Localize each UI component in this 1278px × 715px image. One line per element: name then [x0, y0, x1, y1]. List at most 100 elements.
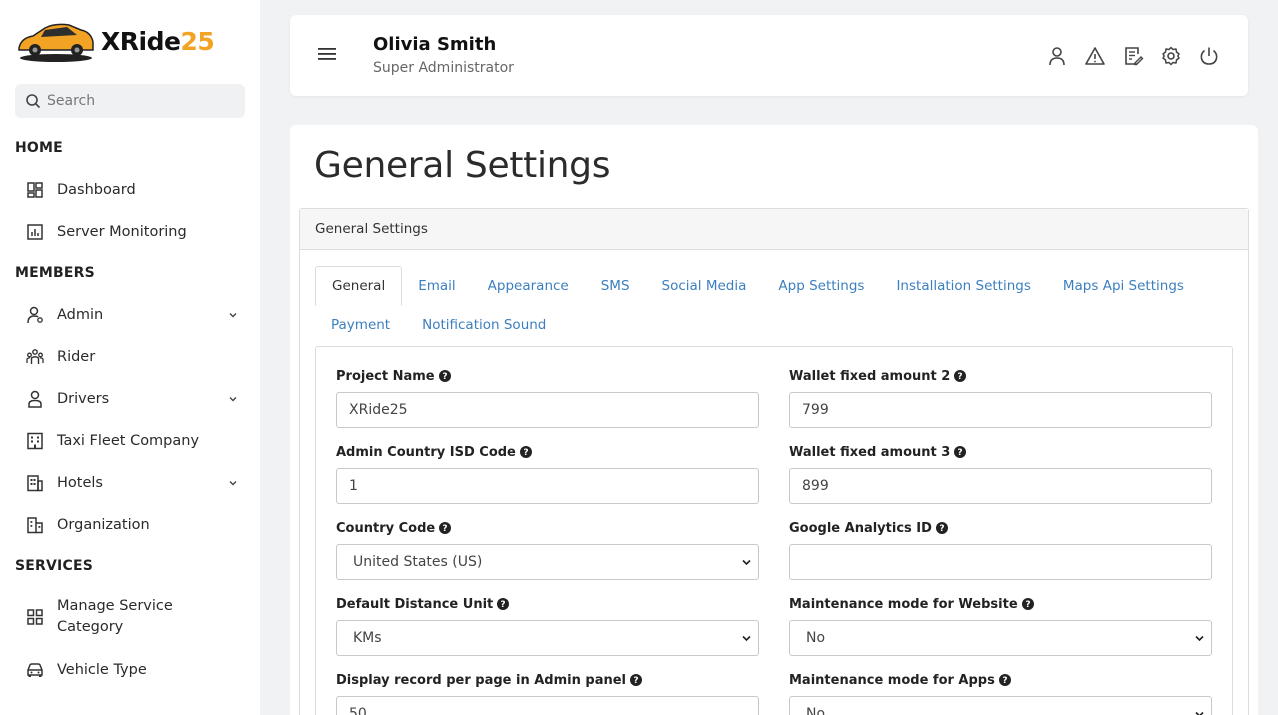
svg-text:?: ? — [633, 676, 638, 686]
user-role: Super Administrator — [373, 60, 514, 76]
edit-note-icon[interactable] — [1122, 45, 1144, 67]
help-icon[interactable]: ? — [439, 522, 452, 534]
search-box[interactable] — [15, 84, 245, 118]
sidebar-item-drivers[interactable]: Drivers — [25, 389, 245, 409]
sidebar-item-label: Admin — [57, 307, 104, 323]
help-icon[interactable]: ? — [998, 674, 1011, 686]
default-distance-unit-select[interactable]: KMs — [336, 620, 759, 656]
help-icon[interactable]: ? — [954, 370, 967, 382]
chevron-down-icon — [1195, 711, 1204, 715]
sidebar-item-manage-service-category[interactable]: Manage Service Category — [25, 596, 245, 638]
tab-social-media[interactable]: Social Media — [646, 266, 763, 306]
svg-text:?: ? — [443, 524, 448, 534]
field-project-name: Project Name? XRide25 — [336, 367, 759, 428]
maintenance-mode-apps-select[interactable]: No — [789, 696, 1212, 715]
sidebar-item-admin[interactable]: Admin — [25, 305, 245, 325]
svg-text:?: ? — [442, 372, 447, 382]
help-icon[interactable]: ? — [935, 522, 948, 534]
project-name-input[interactable]: XRide25 — [336, 392, 759, 428]
tab-sms[interactable]: SMS — [585, 266, 646, 306]
field-default-distance-unit: Default Distance Unit? KMs — [336, 595, 759, 656]
chevron-down-icon[interactable] — [227, 309, 239, 321]
field-label: Admin Country ISD Code — [336, 444, 516, 460]
admin-country-isd-code-input[interactable]: 1 — [336, 468, 759, 504]
svg-text:?: ? — [1025, 600, 1030, 610]
settings-icon[interactable] — [1160, 45, 1182, 67]
tab-payment[interactable]: Payment — [315, 305, 406, 345]
field-display-record-per-page: Display record per page in Admin panel? … — [336, 671, 759, 715]
help-icon[interactable]: ? — [1021, 598, 1034, 610]
country-code-select[interactable]: United States (US) — [336, 544, 759, 580]
google-analytics-id-input[interactable] — [789, 544, 1212, 580]
section-home: HOME — [15, 140, 63, 156]
display-record-per-page-input[interactable]: 50 — [336, 696, 759, 715]
menu-icon[interactable] — [318, 47, 336, 61]
help-icon[interactable]: ? — [954, 446, 967, 458]
general-settings-form: Project Name? XRide25 Wallet fixed amoun… — [315, 346, 1233, 715]
help-icon[interactable]: ? — [438, 370, 451, 382]
tab-email[interactable]: Email — [402, 266, 471, 306]
tab-maps-api-settings[interactable]: Maps Api Settings — [1047, 266, 1200, 306]
sidebar-item-vehicle-type[interactable]: Vehicle Type — [25, 660, 245, 680]
field-admin-country-isd-code: Admin Country ISD Code? 1 — [336, 443, 759, 504]
field-label: Wallet fixed amount 2 — [789, 368, 951, 384]
svg-text:?: ? — [523, 448, 528, 458]
hotel-icon — [27, 475, 43, 492]
profile-icon[interactable] — [1046, 45, 1068, 67]
driver-icon — [28, 390, 42, 408]
page-title: General Settings — [314, 145, 611, 186]
sidebar-item-organization[interactable]: Organization — [25, 515, 245, 535]
sidebar-item-label: Manage Service Category — [57, 598, 173, 635]
field-label: Maintenance mode for Website — [789, 596, 1018, 612]
field-label: Project Name — [336, 368, 435, 384]
tab-appearance[interactable]: Appearance — [472, 266, 585, 306]
settings-card: General Settings General Email Appearanc… — [299, 208, 1249, 715]
tab-notification-sound[interactable]: Notification Sound — [406, 305, 562, 345]
maintenance-mode-website-select[interactable]: No — [789, 620, 1212, 656]
building-icon — [27, 432, 43, 450]
chevron-down-icon — [1195, 635, 1204, 642]
logo-prefix: XRide — [101, 26, 181, 56]
svg-text:?: ? — [501, 600, 506, 610]
tab-app-settings[interactable]: App Settings — [762, 266, 880, 306]
svg-text:?: ? — [939, 524, 944, 534]
dashboard-icon — [27, 182, 43, 198]
field-maintenance-mode-apps: Maintenance mode for Apps? No — [789, 671, 1212, 715]
tab-general[interactable]: General — [315, 266, 403, 306]
help-icon[interactable]: ? — [519, 446, 532, 458]
field-label: Wallet fixed amount 3 — [789, 444, 951, 460]
alert-icon[interactable] — [1084, 45, 1106, 67]
sidebar-item-server-monitoring[interactable]: Server Monitoring — [25, 222, 245, 242]
sidebar: XRide25 HOME Dashboard Server Monitoring… — [0, 0, 260, 715]
car-icon — [27, 663, 43, 677]
field-google-analytics-id: Google Analytics ID? — [789, 519, 1212, 580]
wallet-fixed-amount-3-input[interactable]: 899 — [789, 468, 1212, 504]
tab-installation-settings[interactable]: Installation Settings — [880, 266, 1046, 306]
header-actions — [1046, 45, 1220, 67]
wallet-fixed-amount-2-input[interactable]: 799 — [789, 392, 1212, 428]
field-label: Maintenance mode for Apps — [789, 672, 995, 688]
power-icon[interactable] — [1198, 45, 1220, 67]
help-icon[interactable]: ? — [630, 674, 643, 686]
field-maintenance-mode-website: Maintenance mode for Website? No — [789, 595, 1212, 656]
sidebar-item-label: Taxi Fleet Company — [57, 433, 200, 449]
app-logo[interactable]: XRide25 — [15, 18, 215, 64]
admin-user-icon — [27, 306, 43, 324]
select-value: No — [806, 706, 826, 715]
chevron-down-icon[interactable] — [227, 393, 239, 405]
car-logo-icon — [18, 23, 94, 62]
search-input[interactable] — [47, 93, 227, 109]
sidebar-item-hotels[interactable]: Hotels — [25, 473, 245, 493]
sidebar-item-dashboard[interactable]: Dashboard — [25, 180, 245, 200]
chevron-down-icon — [742, 559, 751, 566]
sidebar-item-taxi-fleet-company[interactable]: Taxi Fleet Company — [25, 431, 245, 451]
main-content: General Settings General Settings Genera… — [290, 125, 1258, 715]
section-services: SERVICES — [15, 558, 93, 574]
help-icon[interactable]: ? — [497, 598, 510, 610]
search-icon — [26, 94, 41, 109]
sidebar-item-rider[interactable]: Rider — [25, 347, 245, 367]
grid-icon — [27, 609, 43, 625]
chevron-down-icon[interactable] — [227, 477, 239, 489]
chart-icon — [27, 224, 43, 240]
sidebar-item-label: Organization — [57, 517, 150, 533]
